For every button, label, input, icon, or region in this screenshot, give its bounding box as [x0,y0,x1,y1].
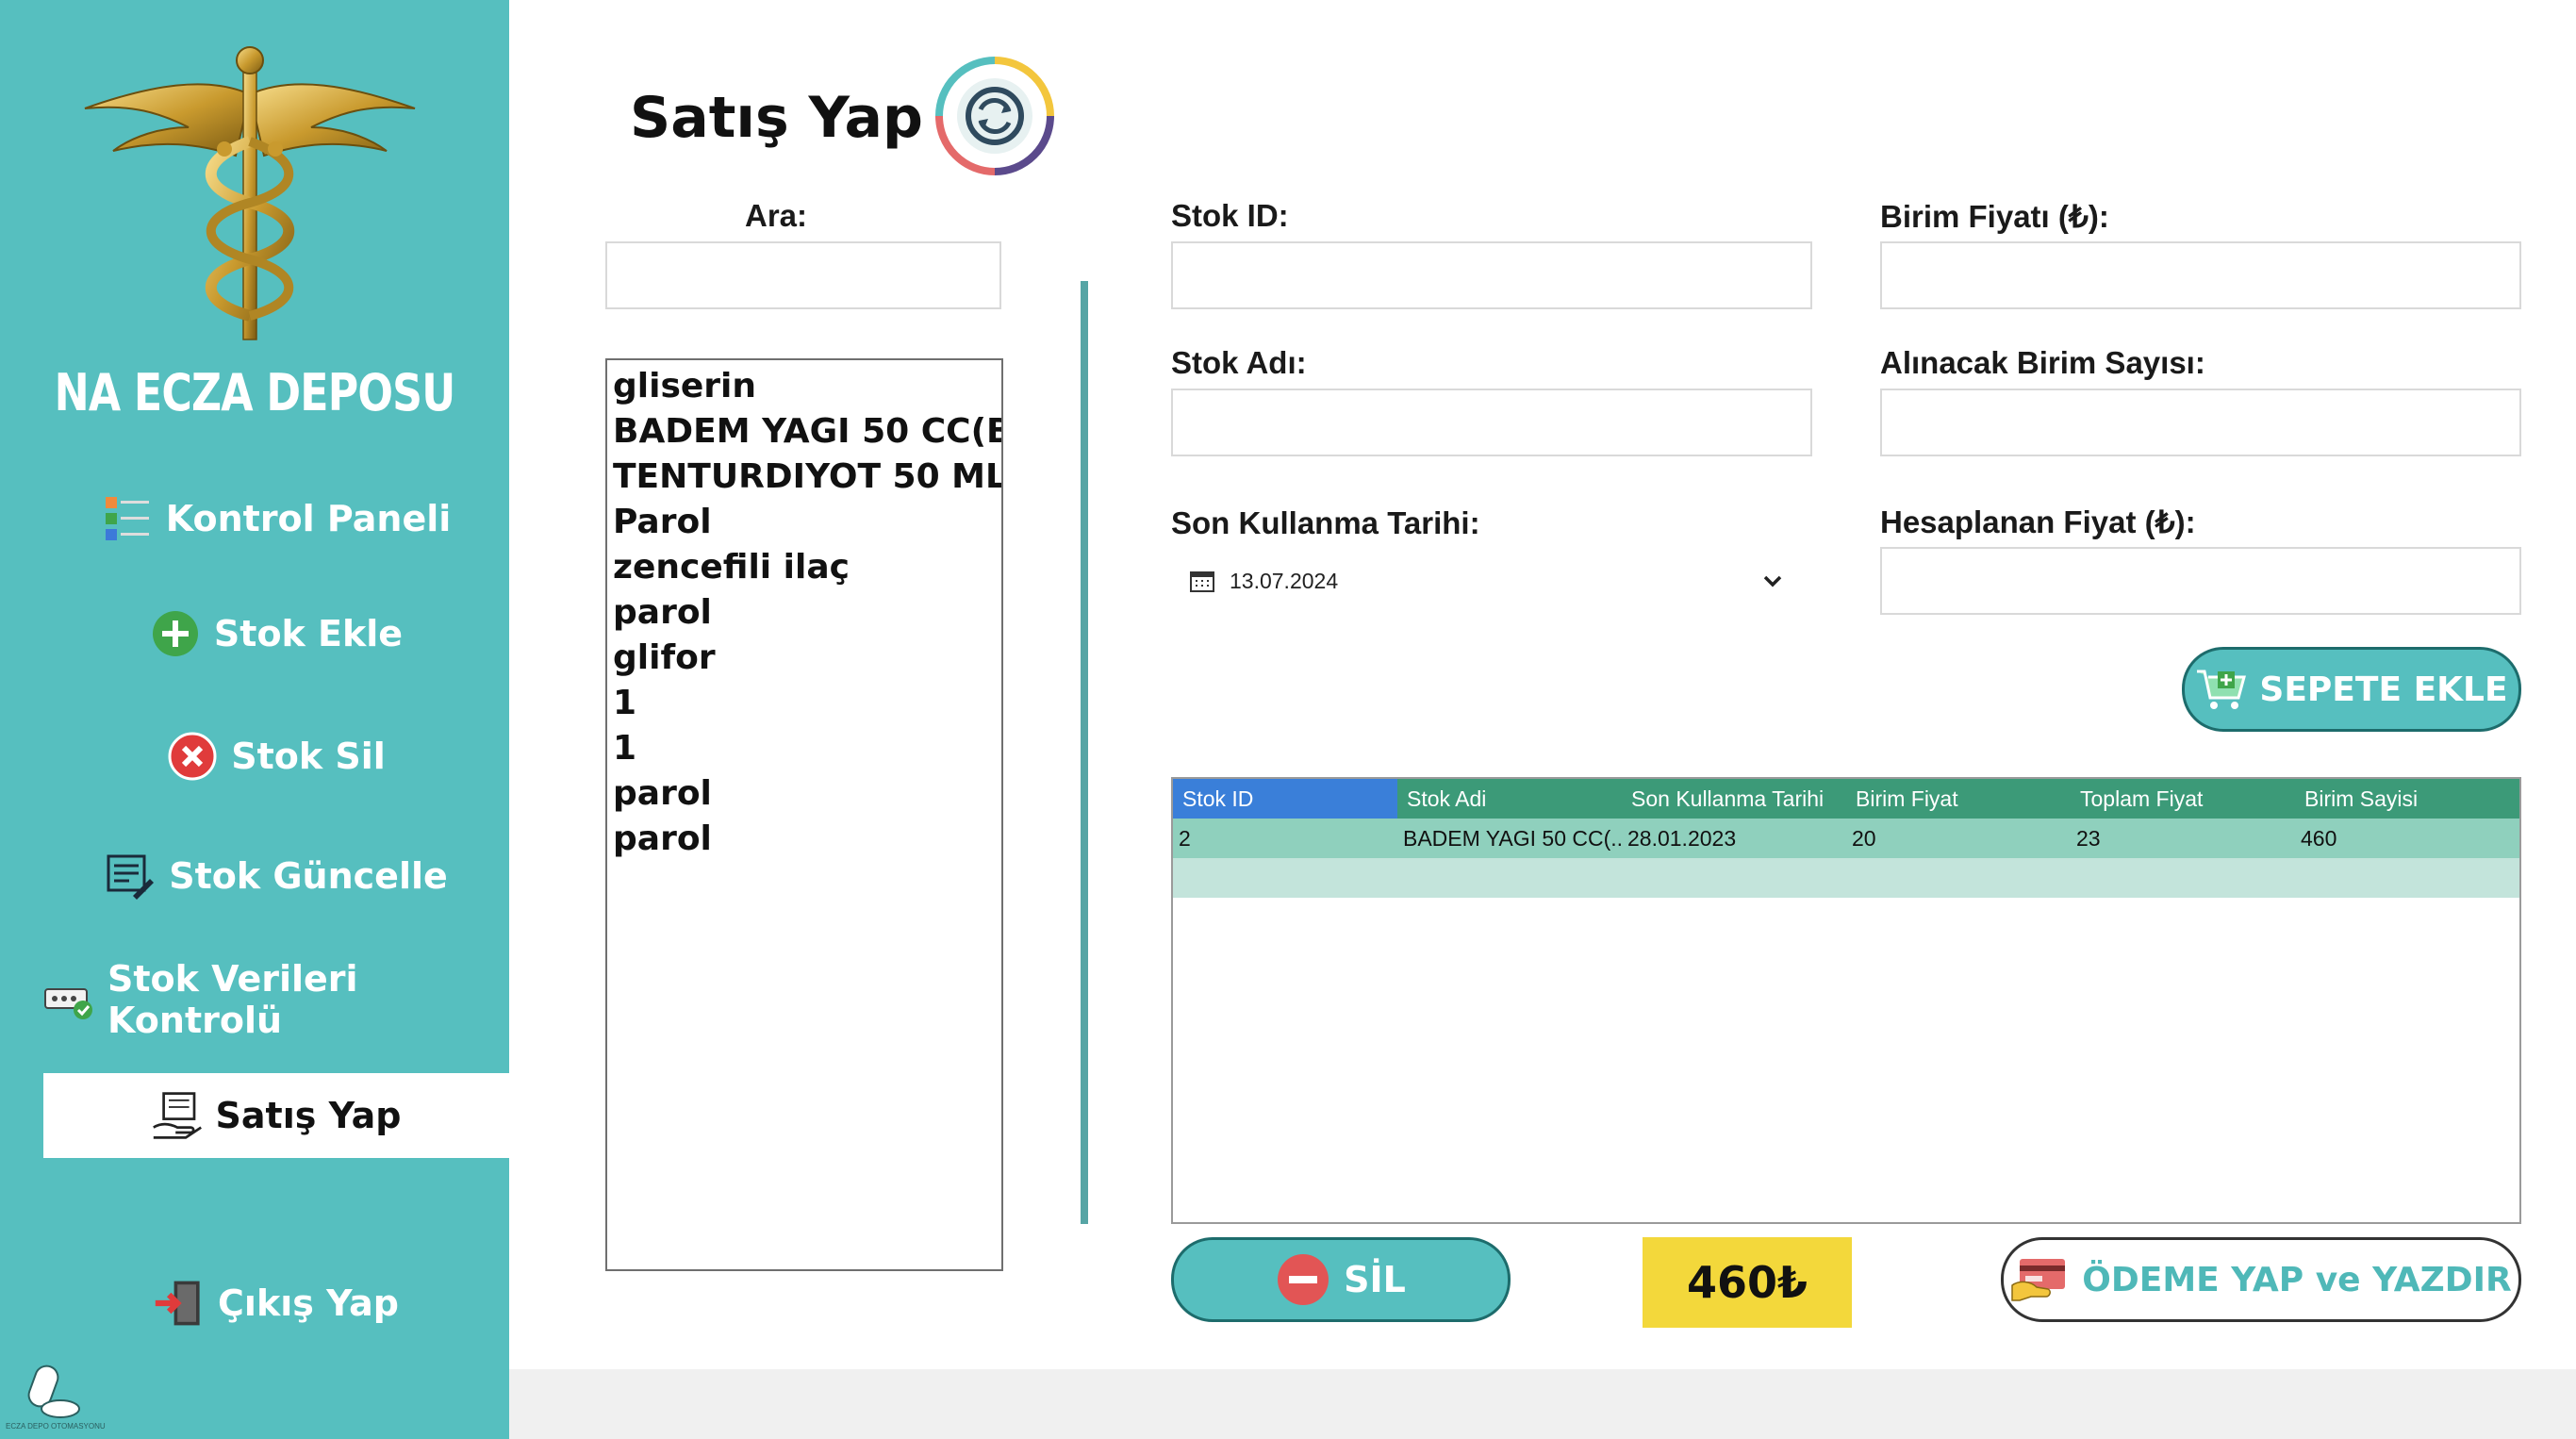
column-header[interactable]: Birim Fiyat [1846,779,2071,819]
sale-box-hand-icon [152,1090,203,1141]
table-cell[interactable]: 2 [1173,819,1397,858]
new-row[interactable] [1173,858,2519,898]
plus-circle-icon [150,608,201,659]
nav-stok-verileri-kontrolu[interactable]: Stok Verileri Kontrolü [43,957,509,1042]
edit-document-icon [105,851,156,901]
list-item[interactable]: 1 [613,726,1001,771]
sidebar: NA ECZA DEPOSU Kontrol Paneli Stok Ekle … [0,0,509,1439]
list-item[interactable]: glifor [613,636,1001,681]
nav-stok-guncelle[interactable]: Stok Güncelle [43,834,509,918]
cart-grid[interactable]: Stok ID Stok Adi Son Kullanma Tarihi Bir… [1171,777,2521,1224]
unit-price-input[interactable] [1880,241,2521,309]
nav-kontrol-paneli[interactable]: Kontrol Paneli [43,476,509,561]
table-cell[interactable]: 23 [2071,819,2295,858]
add-to-cart-label: SEPETE EKLE [2259,670,2508,709]
stock-name-input[interactable] [1171,389,1812,456]
table-cell[interactable]: 20 [1846,819,2071,858]
exit-door-icon [154,1278,205,1329]
expiry-date-picker[interactable]: 13.07.2024 [1171,556,1812,605]
nav-label: Stok Sil [231,736,386,777]
pay-and-print-label: ÖDEME YAP ve YAZDIR [2082,1260,2512,1299]
list-item[interactable]: TENTURDIYOT 50 ML [613,455,1001,500]
total-amount: 460₺ [1643,1237,1852,1328]
list-item[interactable]: parol [613,590,1001,636]
column-header[interactable]: Toplam Fiyat [2071,779,2295,819]
nav-label: Çıkış Yap [218,1282,399,1324]
list-item[interactable]: parol [613,771,1001,817]
calc-price-input[interactable] [1880,547,2521,615]
nav-satis-yap[interactable]: Satış Yap [43,1073,509,1158]
vertical-divider [1081,281,1088,1224]
calendar-icon [1190,571,1214,592]
search-input[interactable] [605,241,1001,309]
nav-label: Kontrol Paneli [165,498,452,539]
nav-label: Stok Verileri Kontrolü [107,958,358,1041]
nav-label: Stok Ekle [213,613,404,654]
pill-logo-icon [27,1365,80,1418]
stock-id-label: Stok ID: [1171,198,1289,233]
nav-stok-ekle[interactable]: Stok Ekle [43,591,509,676]
column-header[interactable]: Stok Adi [1397,779,1622,819]
cart-add-icon [2195,666,2247,713]
data-check-icon [43,974,94,1025]
expiry-label: Son Kullanma Tarihi: [1171,505,1480,540]
stock-name-label: Stok Adı: [1171,345,1307,380]
delete-label: SİL [1344,1259,1406,1300]
table-cell[interactable]: 460 [2295,819,2519,858]
nav-cikis-yap[interactable]: Çıkış Yap [43,1261,509,1346]
table-row[interactable]: 2 BADEM YAGI 50 CC(... 28.01.2023 20 23 … [1173,819,2519,858]
column-header[interactable]: Son Kullanma Tarihi [1622,779,1846,819]
product-listbox[interactable]: gliserin BADEM YAGI 50 CC(B TENTURDIYOT 50… [605,358,1003,1271]
calc-price-label: Hesaplanan Fiyat (₺): [1880,504,2196,539]
column-header[interactable]: Birim Sayisi [2295,779,2519,819]
unit-count-label: Alınacak Birim Sayısı: [1880,345,2205,380]
pay-and-print-button[interactable]: ÖDEME YAP ve YAZDIR [2001,1237,2521,1322]
footer-text: ECZA DEPO OTOMASYONU [6,1422,106,1431]
page-title: Satış Yap [630,85,923,151]
stock-id-input[interactable] [1171,241,1812,309]
expiry-date-value: 13.07.2024 [1230,568,1339,593]
nav-label: Satış Yap [215,1095,402,1136]
list-item[interactable]: Parol [613,500,1001,545]
chevron-down-icon[interactable] [1759,568,1786,594]
add-to-cart-button[interactable]: SEPETE EKLE [2182,647,2521,732]
list-item[interactable]: 1 [613,681,1001,726]
nav-label: Stok Güncelle [169,855,448,897]
list-item[interactable]: zencefili ilaç [613,545,1001,590]
refresh-cycle-icon [935,57,1054,175]
table-cell[interactable]: 28.01.2023 [1622,819,1846,858]
brand-name: NA ECZA DEPOSU [54,363,456,422]
table-cell[interactable]: BADEM YAGI 50 CC(... [1397,819,1622,858]
dashboard-icon [102,493,153,544]
column-header[interactable]: Stok ID [1173,779,1397,819]
grid-header: Stok ID Stok Adi Son Kullanma Tarihi Bir… [1173,779,2519,819]
credit-card-icon [2010,1257,2069,1302]
minus-circle-icon [1276,1252,1330,1307]
status-strip [509,1369,2576,1439]
list-item[interactable]: gliserin [613,364,1001,409]
caduceus-logo [84,46,416,340]
search-label: Ara: [745,198,808,233]
unit-count-input[interactable] [1880,389,2521,456]
delete-circle-icon [167,731,218,782]
list-item[interactable]: BADEM YAGI 50 CC(B [613,409,1001,455]
list-item[interactable]: parol [613,817,1001,862]
unit-price-label: Birim Fiyatı (₺): [1880,199,2109,234]
nav-stok-sil[interactable]: Stok Sil [43,714,509,799]
delete-button[interactable]: SİL [1171,1237,1511,1322]
